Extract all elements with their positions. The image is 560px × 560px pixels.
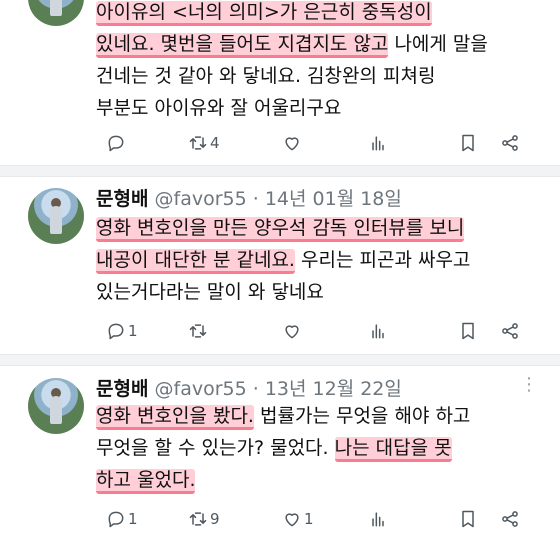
reply-button[interactable]: 1	[106, 318, 138, 344]
retweet-button[interactable]: 9	[188, 506, 220, 532]
avatar[interactable]	[28, 0, 84, 26]
like-button[interactable]	[282, 130, 304, 156]
retweet-button[interactable]: 4	[188, 130, 220, 156]
user-name[interactable]: 문형배	[96, 188, 148, 210]
user-handle[interactable]: @favor55	[155, 188, 247, 210]
views-icon	[372, 512, 384, 527]
bookmark-icon	[462, 134, 474, 152]
share-button[interactable]	[500, 506, 520, 532]
text-line: 부분도 아이유와 잘 어울리구요	[96, 97, 342, 119]
bookmark-button[interactable]	[458, 318, 478, 344]
tweet-header: 문형배 @favor55 · 13년 12월 22일	[96, 374, 402, 401]
text-line: 있는거다라는 말이 와 닿네요	[96, 281, 324, 303]
text-line: 아이유의 <너의 의미>가 은근히 중독성이	[96, 0, 536, 28]
views-button[interactable]	[368, 130, 388, 156]
tweet-date[interactable]: · 13년 12월 22일	[253, 378, 402, 400]
share-icon	[502, 323, 518, 339]
retweet-icon	[189, 512, 207, 526]
bookmark-icon	[462, 510, 474, 528]
text-line: 건네는 것 같아 와 닿네요. 김창완의 피쳐링	[96, 65, 436, 87]
bookmark-button[interactable]	[458, 130, 478, 156]
tweet-1[interactable]: 아이유의 <너의 의미>가 은근히 중독성이 있네요. 몇번을 들어도 지겹지도…	[0, 0, 560, 170]
like-icon	[285, 513, 299, 527]
like-button[interactable]	[282, 318, 304, 344]
tweet-date[interactable]: · 14년 01월 18일	[253, 188, 402, 210]
views-icon	[372, 136, 384, 151]
retweet-button[interactable]	[188, 318, 210, 344]
reply-icon	[108, 323, 124, 340]
text-line: 내공이 대단한 분 같네요. 우리는 피곤과 싸우고	[96, 244, 536, 276]
tweet-header: 문형배 @favor55 · 14년 01월 18일	[96, 184, 402, 211]
tweet-text: 영화 변호인을 만든 양우석 감독 인터뷰를 보니 내공이 대단한 분 같네요.…	[96, 212, 536, 308]
user-handle[interactable]: @favor55	[155, 378, 247, 400]
text-line: 영화 변호인을 봤다. 법률가는 무엇을 해야 하고	[96, 400, 536, 432]
action-bar: 1	[96, 318, 536, 344]
tweet-3[interactable]: 문형배 @favor55 · 13년 12월 22일 ⋮ 영화 변호인을 봤다.…	[0, 366, 560, 560]
reply-button[interactable]	[106, 130, 128, 156]
views-icon	[372, 324, 384, 339]
divider	[0, 354, 560, 366]
action-bar: 1 9 1	[96, 506, 536, 532]
text-line: 있네요. 몇번을 들어도 지겹지도 않고 나에게 말을	[96, 28, 536, 60]
action-bar: 4	[96, 130, 536, 156]
share-button[interactable]	[500, 318, 520, 344]
text-line: 영화 변호인을 만든 양우석 감독 인터뷰를 보니	[96, 212, 536, 244]
like-icon	[285, 325, 299, 339]
reply-button[interactable]: 1	[106, 506, 138, 532]
tweet-2[interactable]: 문형배 @favor55 · 14년 01월 18일 영화 변호인을 만든 양우…	[0, 176, 560, 356]
tweet-text: 영화 변호인을 봤다. 법률가는 무엇을 해야 하고 무엇을 할 수 있는가? …	[96, 400, 536, 496]
bookmark-icon	[462, 322, 474, 340]
user-name[interactable]: 문형배	[96, 378, 148, 400]
share-icon	[502, 135, 518, 151]
like-button[interactable]: 1	[282, 506, 314, 532]
reply-icon	[108, 511, 124, 528]
views-button[interactable]	[368, 506, 388, 532]
views-button[interactable]	[368, 318, 388, 344]
reply-icon	[108, 135, 124, 152]
bookmark-button[interactable]	[458, 506, 478, 532]
like-icon	[285, 137, 299, 151]
retweet-icon	[189, 324, 207, 338]
avatar[interactable]	[28, 188, 84, 244]
text-line: 무엇을 할 수 있는가? 물었다. 나는 대답을 못	[96, 432, 536, 464]
tweet-text: 아이유의 <너의 의미>가 은근히 중독성이 있네요. 몇번을 들어도 지겹지도…	[96, 0, 536, 124]
more-icon[interactable]: ⋮	[520, 374, 538, 395]
retweet-icon	[189, 136, 207, 150]
share-button[interactable]	[500, 130, 520, 156]
text-line: 하고 울었다.	[96, 464, 536, 496]
avatar[interactable]	[28, 378, 84, 434]
share-icon	[502, 511, 518, 527]
